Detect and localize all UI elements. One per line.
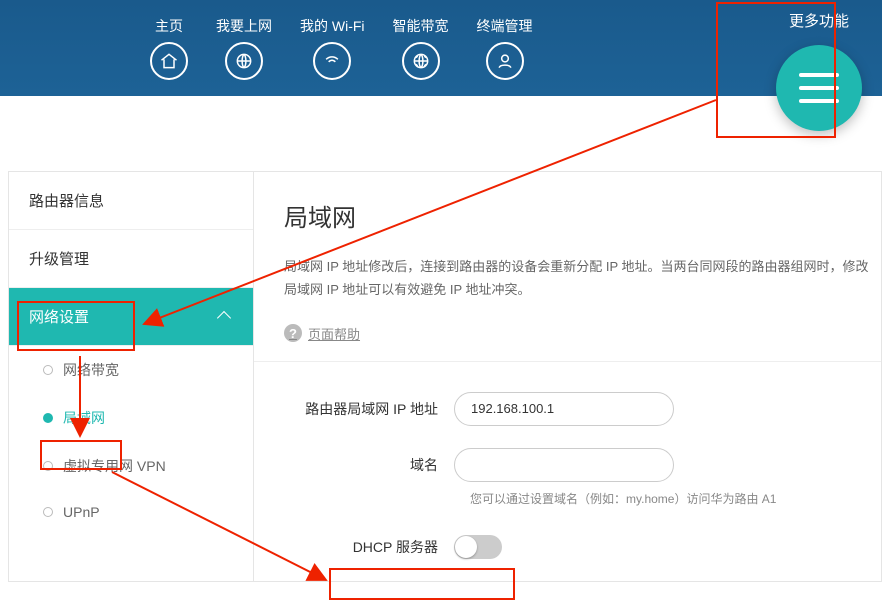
- sidebar-sub-lan[interactable]: 局域网: [9, 394, 253, 442]
- nav-wifi[interactable]: 我的 Wi-Fi: [300, 16, 365, 80]
- nav-more-wrap: 更多功能: [776, 10, 862, 121]
- domain-hint: 您可以通过设置域名（例如：my.home）访问华为路由 A1: [470, 490, 881, 507]
- radio-dot-icon: [43, 461, 53, 471]
- sidebar-sub-label: 虚拟专用网 VPN: [63, 456, 166, 476]
- hamburger-icon: [799, 73, 839, 103]
- sidebar-sub-wan[interactable]: 网络带宽: [9, 346, 253, 394]
- bandwidth-icon: [402, 42, 440, 80]
- page-title: 局域网: [284, 198, 881, 233]
- radio-dot-icon: [43, 413, 53, 423]
- globe-icon: [225, 42, 263, 80]
- nav-internet[interactable]: 我要上网: [216, 16, 272, 80]
- nav-items: 主页 我要上网 我的 Wi-Fi 智能带宽 终端管理: [150, 16, 533, 80]
- divider: [254, 361, 881, 362]
- lan-ip-label: 路由器局域网 IP 地址: [284, 399, 454, 419]
- domain-input[interactable]: [454, 448, 674, 482]
- help-link[interactable]: ? 页面帮助: [284, 324, 881, 343]
- sidebar-item-router-info[interactable]: 路由器信息: [9, 172, 253, 230]
- more-button[interactable]: [776, 45, 862, 131]
- nav-home[interactable]: 主页: [150, 16, 188, 80]
- nav-wifi-label: 我的 Wi-Fi: [300, 16, 365, 36]
- chevron-up-icon: [217, 309, 233, 325]
- main: 路由器信息 升级管理 网络设置 网络带宽 局域网 虚拟专用网 VPN UPnP …: [0, 171, 882, 582]
- nav-more-label: 更多功能: [789, 10, 849, 31]
- nav-devices-label: 终端管理: [477, 16, 533, 36]
- row-lan-ip: 路由器局域网 IP 地址: [284, 392, 881, 426]
- help-icon: ?: [284, 324, 302, 342]
- sidebar-sub-vpn[interactable]: 虚拟专用网 VPN: [9, 442, 253, 490]
- sidebar-item-label: 网络设置: [29, 306, 89, 327]
- radio-dot-icon: [43, 507, 53, 517]
- lan-ip-input[interactable]: [454, 392, 674, 426]
- help-link-label: 页面帮助: [308, 324, 360, 343]
- page-description: 局域网 IP 地址修改后，连接到路由器的设备会重新分配 IP 地址。当两台同网段…: [284, 255, 881, 302]
- content: 局域网 局域网 IP 地址修改后，连接到路由器的设备会重新分配 IP 地址。当两…: [253, 171, 882, 582]
- nav-devices[interactable]: 终端管理: [477, 16, 533, 80]
- row-dhcp: DHCP 服务器: [284, 535, 881, 559]
- domain-label: 域名: [284, 455, 454, 475]
- row-domain: 域名: [284, 448, 881, 482]
- nav-internet-label: 我要上网: [216, 16, 272, 36]
- home-icon: [150, 42, 188, 80]
- nav-qos-label: 智能带宽: [393, 16, 449, 36]
- nav-home-label: 主页: [155, 16, 183, 36]
- dhcp-toggle[interactable]: [454, 535, 502, 559]
- top-nav: 主页 我要上网 我的 Wi-Fi 智能带宽 终端管理: [0, 0, 882, 96]
- sidebar-sub-label: UPnP: [63, 504, 100, 520]
- user-icon: [486, 42, 524, 80]
- toggle-knob-icon: [455, 536, 477, 558]
- sidebar-sub-label: 网络带宽: [63, 360, 119, 380]
- nav-qos[interactable]: 智能带宽: [393, 16, 449, 80]
- sidebar-item-network-settings[interactable]: 网络设置: [9, 288, 253, 346]
- radio-dot-icon: [43, 365, 53, 375]
- dhcp-label: DHCP 服务器: [284, 537, 454, 557]
- wifi-icon: [313, 42, 351, 80]
- sidebar-sub-upnp[interactable]: UPnP: [9, 490, 253, 534]
- sidebar-sub-label: 局域网: [63, 408, 105, 428]
- sidebar-item-upgrade[interactable]: 升级管理: [9, 230, 253, 288]
- sidebar: 路由器信息 升级管理 网络设置 网络带宽 局域网 虚拟专用网 VPN UPnP: [8, 171, 253, 582]
